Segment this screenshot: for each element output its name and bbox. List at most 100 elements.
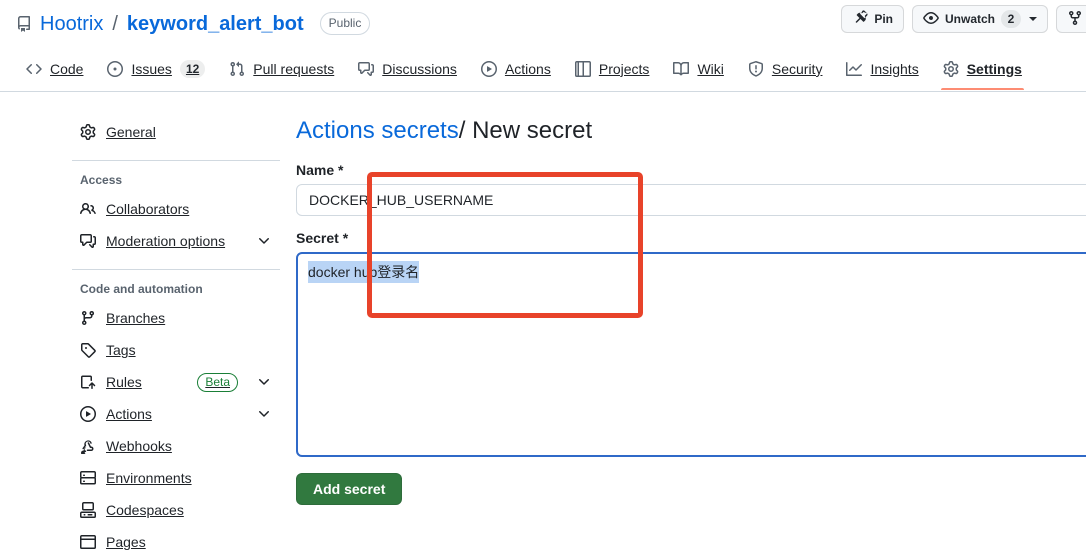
chevron-down-icon[interactable] bbox=[256, 406, 272, 422]
secret-value-textarea[interactable] bbox=[296, 252, 1086, 457]
sidebar-item-collaborators[interactable]: Collaborators bbox=[72, 193, 280, 225]
settings-layout: General Access Collaborators Moderation … bbox=[0, 92, 1086, 555]
fork-button[interactable] bbox=[1056, 5, 1086, 33]
add-secret-button[interactable]: Add secret bbox=[296, 473, 403, 505]
unwatch-button[interactable]: Unwatch 2 bbox=[911, 5, 1048, 33]
tab-insights-label: Insights bbox=[870, 60, 919, 77]
settings-sidebar: General Access Collaborators Moderation … bbox=[0, 116, 296, 555]
tab-code-label: Code bbox=[50, 60, 84, 77]
tab-security-label: Security bbox=[771, 60, 823, 77]
tab-discussions-label: Discussions bbox=[382, 60, 457, 77]
sidebar-item-moderation-options-label: Moderation options bbox=[106, 233, 226, 249]
sidebar-group-title-code-and-automation: Code and automation bbox=[80, 282, 203, 296]
tab-projects[interactable]: Projects bbox=[565, 47, 660, 90]
sidebar-item-webhooks-label: Webhooks bbox=[106, 438, 172, 454]
browser-icon bbox=[80, 534, 96, 550]
play-icon bbox=[80, 406, 96, 422]
tab-settings-label: Settings bbox=[966, 60, 1022, 77]
tab-insights[interactable]: Insights bbox=[836, 47, 928, 90]
sidebar-item-general-label: General bbox=[106, 124, 156, 140]
gear-icon bbox=[943, 60, 959, 77]
pin-icon bbox=[852, 10, 868, 29]
secret-name-input[interactable] bbox=[296, 184, 1086, 216]
sidebar-item-branches-label: Branches bbox=[106, 310, 166, 326]
settings-main-content: Actions secrets/ New secret Name * Secre… bbox=[296, 116, 1086, 505]
sidebar-item-pages[interactable]: Pages bbox=[72, 526, 280, 555]
sidebar-item-collaborators-label: Collaborators bbox=[106, 201, 190, 217]
tag-icon bbox=[80, 342, 96, 358]
repo-title-separator: / bbox=[112, 12, 118, 35]
sidebar-item-tags[interactable]: Tags bbox=[72, 334, 280, 366]
sidebar-divider bbox=[72, 160, 280, 161]
watch-count: 2 bbox=[1001, 10, 1021, 28]
repo-visibility-badge: Public bbox=[319, 12, 371, 35]
sidebar-item-actions[interactable]: Actions bbox=[72, 398, 280, 430]
secret-name-label: Name * bbox=[296, 162, 344, 178]
sidebar-item-rules-label: Rules bbox=[106, 374, 142, 390]
issues-count: 12 bbox=[179, 59, 206, 78]
sidebar-item-environments[interactable]: Environments bbox=[72, 462, 280, 494]
tab-actions-label: Actions bbox=[504, 60, 551, 77]
secret-value-label: Secret * bbox=[296, 230, 349, 246]
page-title: Actions secrets/ New secret bbox=[296, 116, 1086, 146]
pin-button[interactable]: Pin bbox=[841, 5, 904, 33]
sidebar-item-webhooks[interactable]: Webhooks bbox=[72, 430, 280, 462]
repository-header: Hootrix / keyword_alert_bot Public Pin U… bbox=[0, 0, 1086, 47]
sidebar-item-codespaces-label: Codespaces bbox=[106, 502, 184, 518]
repo-name-link[interactable]: keyword_alert_bot bbox=[127, 14, 304, 34]
code-icon bbox=[26, 61, 42, 77]
play-icon bbox=[480, 60, 497, 77]
people-icon bbox=[80, 201, 96, 217]
rules-icon bbox=[80, 374, 96, 390]
sidebar-item-codespaces[interactable]: Codespaces bbox=[72, 494, 280, 526]
git-branch-icon bbox=[80, 310, 96, 326]
repository-header-actions: Pin Unwatch 2 bbox=[841, 5, 1086, 33]
tab-pull-requests[interactable]: Pull requests bbox=[219, 47, 344, 90]
book-icon bbox=[673, 61, 690, 77]
tab-projects-label: Projects bbox=[598, 60, 650, 77]
unwatch-button-label: Unwatch bbox=[944, 12, 995, 26]
tab-discussions[interactable]: Discussions bbox=[348, 47, 467, 90]
tab-actions[interactable]: Actions bbox=[471, 47, 561, 90]
repo-owner-link[interactable]: Hootrix bbox=[40, 14, 103, 34]
chevron-down-icon[interactable] bbox=[256, 374, 272, 390]
chevron-down-icon[interactable] bbox=[1029, 17, 1037, 21]
repository-title: Hootrix / keyword_alert_bot Public bbox=[16, 12, 371, 35]
gear-icon bbox=[80, 124, 96, 140]
sidebar-divider bbox=[72, 269, 280, 270]
chevron-down-icon[interactable] bbox=[256, 233, 272, 249]
tab-issues[interactable]: Issues 12 bbox=[97, 47, 215, 90]
table-icon bbox=[574, 60, 591, 77]
issue-opened-icon bbox=[107, 60, 124, 77]
tab-security[interactable]: Security bbox=[738, 47, 833, 90]
sidebar-item-branches[interactable]: Branches bbox=[72, 302, 280, 334]
sidebar-item-environments-label: Environments bbox=[106, 470, 192, 486]
git-pull-request-icon bbox=[229, 61, 245, 77]
repo-icon bbox=[16, 15, 32, 32]
server-icon bbox=[80, 470, 96, 486]
fork-icon bbox=[1067, 10, 1083, 29]
sidebar-item-tags-label: Tags bbox=[106, 342, 136, 358]
tab-wiki[interactable]: Wiki bbox=[663, 47, 733, 90]
tab-settings[interactable]: Settings bbox=[933, 47, 1032, 90]
sidebar-group-title-access: Access bbox=[80, 173, 123, 187]
secret-value-wrapper: docker hub登录名 bbox=[296, 252, 1086, 457]
graph-icon bbox=[846, 61, 863, 77]
sidebar-item-pages-label: Pages bbox=[106, 534, 146, 550]
shield-icon bbox=[748, 60, 764, 77]
sidebar-item-moderation-options[interactable]: Moderation options bbox=[72, 225, 280, 257]
sidebar-item-general[interactable]: General bbox=[72, 116, 280, 148]
breadcrumb-separator: / bbox=[458, 117, 466, 144]
breadcrumb-actions-secrets-link[interactable]: Actions secrets bbox=[296, 117, 459, 144]
codespaces-icon bbox=[80, 502, 96, 518]
tab-wiki-label: Wiki bbox=[697, 60, 724, 77]
comment-discussion-icon bbox=[358, 61, 375, 77]
comment-discussion-icon bbox=[80, 233, 96, 249]
tab-code[interactable]: Code bbox=[16, 47, 93, 90]
rules-beta-badge: Beta bbox=[197, 372, 238, 392]
github-repository-settings-page: Hootrix / keyword_alert_bot Public Pin U… bbox=[0, 0, 1086, 555]
repository-nav-tabs: Code Issues 12 Pull requests Discussions bbox=[0, 47, 1086, 92]
pin-button-label: Pin bbox=[874, 12, 893, 26]
eye-icon bbox=[923, 10, 939, 29]
sidebar-item-rules[interactable]: Rules Beta bbox=[72, 366, 280, 398]
